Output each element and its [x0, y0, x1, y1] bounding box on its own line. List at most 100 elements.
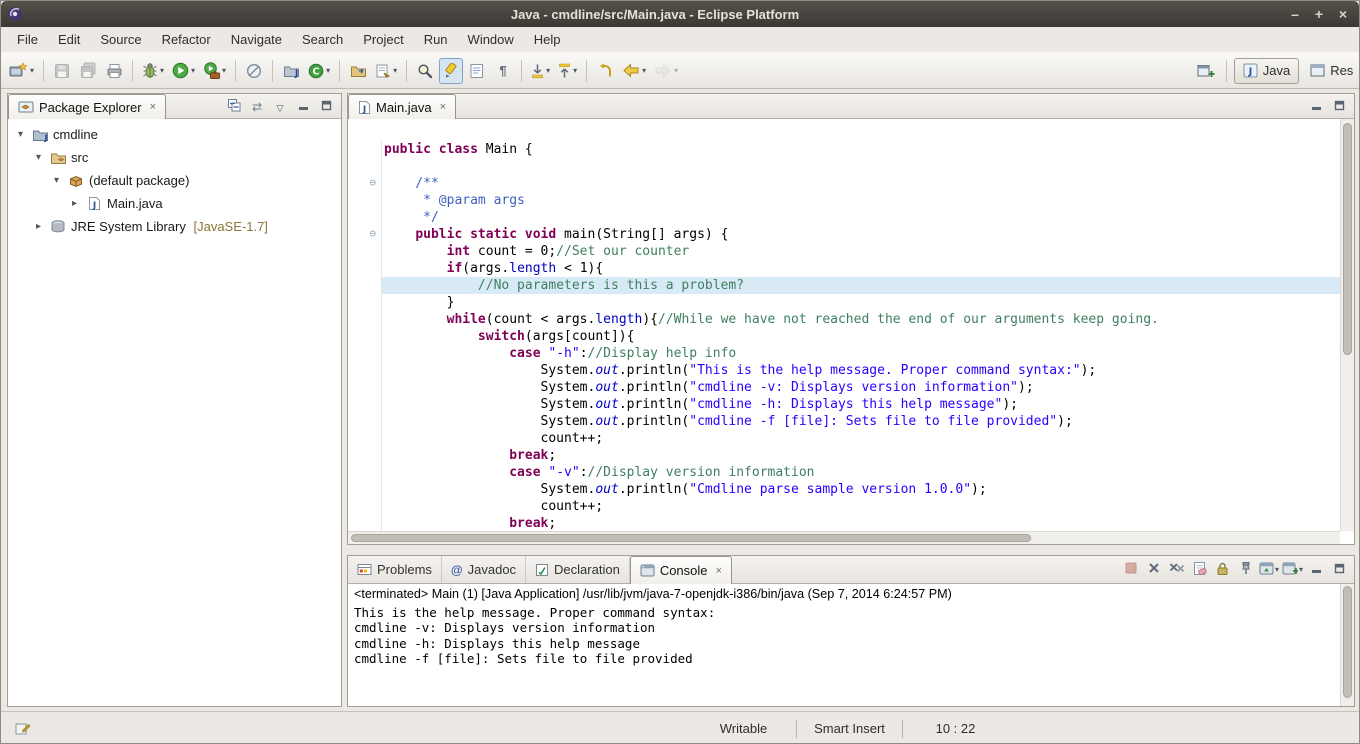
- minimize-view-icon: [298, 99, 309, 114]
- print-button[interactable]: [102, 58, 126, 84]
- tab-main-java[interactable]: J Main.java ×: [348, 94, 456, 119]
- console-scrollbar[interactable]: [1340, 584, 1354, 706]
- fold-collapse-icon[interactable]: ⊖: [348, 175, 382, 192]
- maximize-view-button[interactable]: [316, 96, 336, 116]
- new-task-dropdown-icon[interactable]: ▾: [393, 66, 397, 75]
- next-annotation-button[interactable]: ▾: [528, 58, 553, 84]
- maximize-view-button[interactable]: [1329, 560, 1349, 580]
- open-console-dropdown-icon[interactable]: ▾: [1299, 565, 1303, 574]
- debug-button[interactable]: ▾: [139, 58, 167, 84]
- menu-navigate[interactable]: Navigate: [221, 29, 292, 50]
- remove-launch-button[interactable]: [1144, 560, 1164, 580]
- java-perspective-button[interactable]: J Java: [1234, 58, 1299, 84]
- open-perspective-button[interactable]: [1194, 58, 1218, 84]
- terminate-button[interactable]: [1121, 560, 1141, 580]
- editor-horizontal-scrollbar[interactable]: [348, 531, 1340, 544]
- clear-console-button[interactable]: [1190, 560, 1210, 580]
- fold-collapse-icon[interactable]: ⊖: [348, 226, 382, 243]
- expand-arrow-icon[interactable]: ▸: [32, 221, 45, 232]
- scroll-lock-button[interactable]: [1213, 560, 1233, 580]
- editor-vscroll-thumb[interactable]: [1343, 123, 1352, 355]
- debug-dropdown-icon[interactable]: ▾: [160, 66, 164, 75]
- maximize-window-button[interactable]: +: [1309, 4, 1329, 24]
- collapse-arrow-icon[interactable]: ▾: [50, 175, 63, 186]
- last-edit-location-button[interactable]: [593, 58, 617, 84]
- close-tab-icon[interactable]: ×: [150, 101, 156, 113]
- pin-console-button[interactable]: [1236, 560, 1256, 580]
- next-annotation-dropdown-icon[interactable]: ▾: [546, 66, 550, 75]
- remove-all-terminated-launches-button[interactable]: [1167, 560, 1187, 580]
- minimize-view-button[interactable]: [293, 96, 313, 116]
- open-console-button[interactable]: ▾: [1282, 560, 1303, 580]
- menu-source[interactable]: Source: [90, 29, 151, 50]
- link-with-editor-button[interactable]: ⇄: [247, 96, 267, 116]
- save-all-button[interactable]: [76, 58, 100, 84]
- display-selected-console-dropdown-icon[interactable]: ▾: [1275, 565, 1279, 574]
- open-task-button[interactable]: [346, 58, 370, 84]
- status-insert-mode[interactable]: Smart Insert: [797, 721, 902, 736]
- previous-annotation-button[interactable]: ▾: [555, 58, 580, 84]
- collapse-all-button[interactable]: [224, 96, 244, 116]
- menu-search[interactable]: Search: [292, 29, 353, 50]
- run-dropdown-icon[interactable]: ▾: [191, 66, 195, 75]
- new-java-class-button[interactable]: C▾: [305, 58, 333, 84]
- tab-problems[interactable]: Problems: [348, 556, 442, 583]
- new-task-button[interactable]: ▾: [372, 58, 400, 84]
- close-tab-icon[interactable]: ×: [716, 565, 722, 577]
- back-history-dropdown-icon[interactable]: ▾: [642, 66, 646, 75]
- editor-vertical-scrollbar[interactable]: [1340, 119, 1354, 531]
- previous-annotation-dropdown-icon[interactable]: ▾: [573, 66, 577, 75]
- editor-hscroll-thumb[interactable]: [351, 534, 1031, 542]
- new-java-project-button[interactable]: J: [279, 58, 303, 84]
- fold-gutter: [348, 379, 382, 396]
- status-trim-icon[interactable]: [15, 721, 31, 736]
- run-external-tools-dropdown-icon[interactable]: ▾: [222, 66, 226, 75]
- forward-history-button[interactable]: ▾: [651, 58, 681, 84]
- tab-package-explorer[interactable]: Package Explorer ×: [8, 94, 166, 119]
- back-history-button[interactable]: ▾: [619, 58, 649, 84]
- skip-all-breakpoints-button[interactable]: [242, 58, 266, 84]
- menu-window[interactable]: Window: [458, 29, 524, 50]
- maximize-view-button[interactable]: [1329, 96, 1349, 116]
- minimize-view-button[interactable]: [1306, 96, 1326, 116]
- menu-project[interactable]: Project: [353, 29, 413, 50]
- minimize-window-button[interactable]: –: [1285, 4, 1305, 24]
- menu-run[interactable]: Run: [414, 29, 458, 50]
- console-output[interactable]: This is the help message. Proper command…: [348, 602, 1354, 670]
- view-menu-button[interactable]: ▽: [270, 96, 290, 116]
- tree-item-main-java[interactable]: ▸JMain.java: [8, 192, 341, 215]
- save-button[interactable]: [50, 58, 74, 84]
- collapse-arrow-icon[interactable]: ▾: [32, 152, 45, 163]
- display-selected-console-button[interactable]: ▾: [1259, 560, 1279, 580]
- close-window-button[interactable]: ×: [1333, 4, 1353, 24]
- tab-console[interactable]: Console×: [630, 556, 732, 584]
- new-java-class-dropdown-icon[interactable]: ▾: [326, 66, 330, 75]
- tab-javadoc[interactable]: @Javadoc: [442, 556, 526, 583]
- tree-item-default-package[interactable]: ▾(default package): [8, 169, 341, 192]
- collapse-arrow-icon[interactable]: ▾: [14, 129, 27, 140]
- expand-arrow-icon[interactable]: ▸: [68, 198, 81, 209]
- console-scroll-thumb[interactable]: [1343, 586, 1352, 698]
- tree-item-src[interactable]: ▾src: [8, 146, 341, 169]
- show-selected-element-only-button[interactable]: [465, 58, 489, 84]
- close-tab-icon[interactable]: ×: [440, 101, 446, 113]
- show-whitespace-button[interactable]: ¶: [491, 58, 515, 84]
- toggle-mark-occurrences-button[interactable]: [439, 58, 463, 84]
- menu-edit[interactable]: Edit: [48, 29, 90, 50]
- tab-declaration[interactable]: Declaration: [526, 556, 630, 583]
- run-button[interactable]: ▾: [169, 58, 198, 84]
- tree-item-cmdline[interactable]: ▾Jcmdline: [8, 123, 341, 146]
- menu-refactor[interactable]: Refactor: [152, 29, 221, 50]
- search-button[interactable]: [413, 58, 437, 84]
- tree-item-jre-system-library[interactable]: ▸JRE System Library [JavaSE-1.7]: [8, 215, 341, 238]
- run-external-tools-button[interactable]: ▾: [200, 58, 229, 84]
- minimize-view-button[interactable]: [1306, 560, 1326, 580]
- new-wizard-dropdown-icon[interactable]: ▾: [30, 66, 34, 75]
- resource-perspective-button[interactable]: Res: [1301, 58, 1360, 84]
- editor-surface[interactable]: public class Main {⊖ /** * @param args *…: [348, 119, 1354, 544]
- code-line-5: */: [348, 209, 1340, 226]
- menu-help[interactable]: Help: [524, 29, 571, 50]
- forward-history-dropdown-icon[interactable]: ▾: [674, 66, 678, 75]
- menu-file[interactable]: File: [7, 29, 48, 50]
- new-wizard-button[interactable]: ▾: [6, 58, 37, 84]
